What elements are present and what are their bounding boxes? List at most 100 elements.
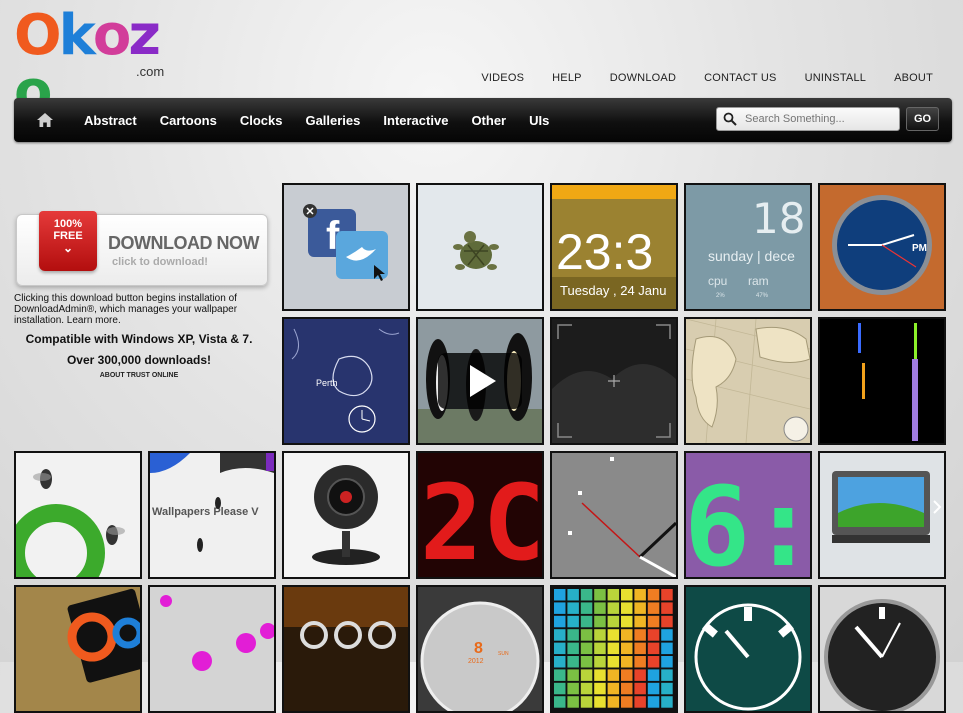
color-grid-cell xyxy=(554,589,566,601)
teal-clock-thumbnail xyxy=(686,587,810,711)
wallpaper-tile-green-digital[interactable]: 6: xyxy=(684,451,812,579)
color-grid-cell xyxy=(607,629,620,641)
color-grid-cell xyxy=(567,629,579,641)
search-input[interactable] xyxy=(745,111,895,127)
neon-lights-thumbnail xyxy=(820,319,944,443)
color-grid-cell xyxy=(661,682,673,695)
color-grid-cell xyxy=(594,589,606,601)
color-grid-cell xyxy=(661,589,673,601)
home-icon[interactable] xyxy=(37,113,53,127)
wallpaper-tile-ants[interactable]: Wallpapers Please V xyxy=(148,451,276,579)
ring-meters-thumbnail xyxy=(284,587,408,711)
wallpaper-tile-webcam[interactable] xyxy=(282,451,410,579)
wallpaper-tile-landscape-frame[interactable] xyxy=(818,451,946,579)
wallpaper-tile-black-clock[interactable] xyxy=(818,585,946,713)
wallpaper-tile-weather[interactable]: 18 sunday | dece cpu ram 2% 47% xyxy=(684,183,812,311)
color-grid-cell xyxy=(554,602,566,614)
nav-interactive[interactable]: Interactive xyxy=(383,113,448,128)
color-grid-cell xyxy=(580,682,593,695)
wallpaper-tile-penguins-video[interactable] xyxy=(416,317,544,445)
top-link-videos[interactable]: VIDEOS xyxy=(481,72,524,84)
color-grid-cell xyxy=(647,589,660,601)
wallpaper-tile-gray-clock[interactable] xyxy=(550,451,678,579)
weather-ram: ram xyxy=(748,274,769,288)
nav-other[interactable]: Other xyxy=(471,113,506,128)
color-grid-cell xyxy=(621,615,633,628)
color-grid-cell xyxy=(594,642,606,655)
weather-cpu-value: 2% xyxy=(716,293,725,299)
nav-galleries[interactable]: Galleries xyxy=(305,113,360,128)
color-grid-cell xyxy=(661,629,673,641)
color-grid-cell xyxy=(607,589,620,601)
wallpaper-tile-social[interactable]: f xyxy=(282,183,410,311)
wallpaper-tile-world-map[interactable]: Perth xyxy=(282,317,410,445)
map-city: Perth xyxy=(316,378,338,388)
color-grid-thumbnail xyxy=(552,587,676,711)
color-grid-cell xyxy=(580,602,593,614)
top-link-download[interactable]: DOWNLOAD xyxy=(610,72,676,84)
wallpaper-tile-vintage-map[interactable] xyxy=(684,317,812,445)
color-grid-cell xyxy=(580,642,593,655)
color-grid-cell xyxy=(647,602,660,614)
nav-abstract[interactable]: Abstract xyxy=(84,113,137,128)
top-link-about[interactable]: ABOUT xyxy=(894,72,933,84)
landscape-frame-thumbnail xyxy=(820,453,944,577)
weather-ram-value: 47% xyxy=(756,293,769,299)
download-now-button[interactable]: 100% FREE ⌄ DOWNLOAD NOW click to downlo… xyxy=(16,211,268,286)
color-grid-cell xyxy=(607,682,620,695)
wallpaper-tile-digital-clock[interactable]: 23:3 Tuesday , 24 Janu xyxy=(550,183,678,311)
download-title: DOWNLOAD NOW xyxy=(108,233,259,253)
color-grid-cell xyxy=(580,589,593,601)
wallpaper-tile-ring-meters[interactable] xyxy=(282,585,410,713)
nav-cartoons[interactable]: Cartoons xyxy=(160,113,217,128)
top-link-uninstall[interactable]: UNINSTALL xyxy=(805,72,867,84)
weather-number: 18 xyxy=(752,194,805,243)
wallpaper-tile-analog-clock[interactable]: PM xyxy=(818,183,946,311)
color-grid-cell xyxy=(621,682,633,695)
search-box[interactable] xyxy=(716,107,900,131)
color-grid-cell xyxy=(554,642,566,655)
top-links: VIDEOS HELP DOWNLOAD CONTACT US UNINSTAL… xyxy=(453,72,933,84)
color-grid-cell xyxy=(580,669,593,681)
color-grid-cell xyxy=(607,669,620,681)
wallpaper-tile-neon-lights[interactable] xyxy=(818,317,946,445)
penguins-video-thumbnail xyxy=(418,319,542,443)
ribbon-percent: 100% xyxy=(53,218,83,230)
color-grid-cell xyxy=(634,629,646,641)
download-description: Clicking this download button begins ins… xyxy=(14,293,238,326)
color-grid-cell xyxy=(634,642,646,655)
trust-link[interactable]: ABOUT TRUST ONLINE xyxy=(14,372,264,379)
wallpaper-tile-magenta-dots[interactable] xyxy=(148,585,276,713)
wallpaper-tile-okozo-logo[interactable] xyxy=(14,585,142,713)
wallpaper-tile-dark-landscape[interactable] xyxy=(550,317,678,445)
color-grid-cell xyxy=(634,682,646,695)
vintage-map-thumbnail xyxy=(686,319,810,443)
wallpaper-tile-turtle[interactable] xyxy=(416,183,544,311)
color-grid-cell xyxy=(554,629,566,641)
color-grid-cell xyxy=(567,696,579,708)
wallpaper-tile-color-grid[interactable] xyxy=(550,585,678,713)
color-grid-cell xyxy=(661,642,673,655)
free-ribbon-badge: 100% FREE ⌄ xyxy=(39,211,97,271)
weather-widget-thumbnail: 18 sunday | dece cpu ram 2% 47% xyxy=(686,185,810,309)
color-grid-cell xyxy=(634,696,646,708)
wallpaper-tile-red-digital[interactable]: 2C xyxy=(416,451,544,579)
color-grid-cell xyxy=(580,696,593,708)
color-grid-cell xyxy=(661,696,673,708)
site-logo[interactable]: Okozo .com xyxy=(14,8,184,120)
color-grid-cell xyxy=(621,589,633,601)
wallpaper-tile-teal-clock[interactable] xyxy=(684,585,812,713)
clock-date: Tuesday , 24 Janu xyxy=(560,283,666,298)
color-grid-cell xyxy=(567,615,579,628)
color-grid-cell xyxy=(634,615,646,628)
wallpaper-tile-calendar-clock[interactable]: 8 2012 SUN xyxy=(416,585,544,713)
top-link-help[interactable]: HELP xyxy=(552,72,582,84)
category-nav: Abstract Cartoons Clocks Galleries Inter… xyxy=(84,98,572,142)
color-grid-cell xyxy=(647,696,660,708)
nav-clocks[interactable]: Clocks xyxy=(240,113,283,128)
search-go-button[interactable]: GO xyxy=(906,107,939,131)
nav-uis[interactable]: UIs xyxy=(529,113,549,128)
color-grid-cell xyxy=(554,696,566,708)
wallpaper-tile-flies[interactable] xyxy=(14,451,142,579)
top-link-contact[interactable]: CONTACT US xyxy=(704,72,777,84)
